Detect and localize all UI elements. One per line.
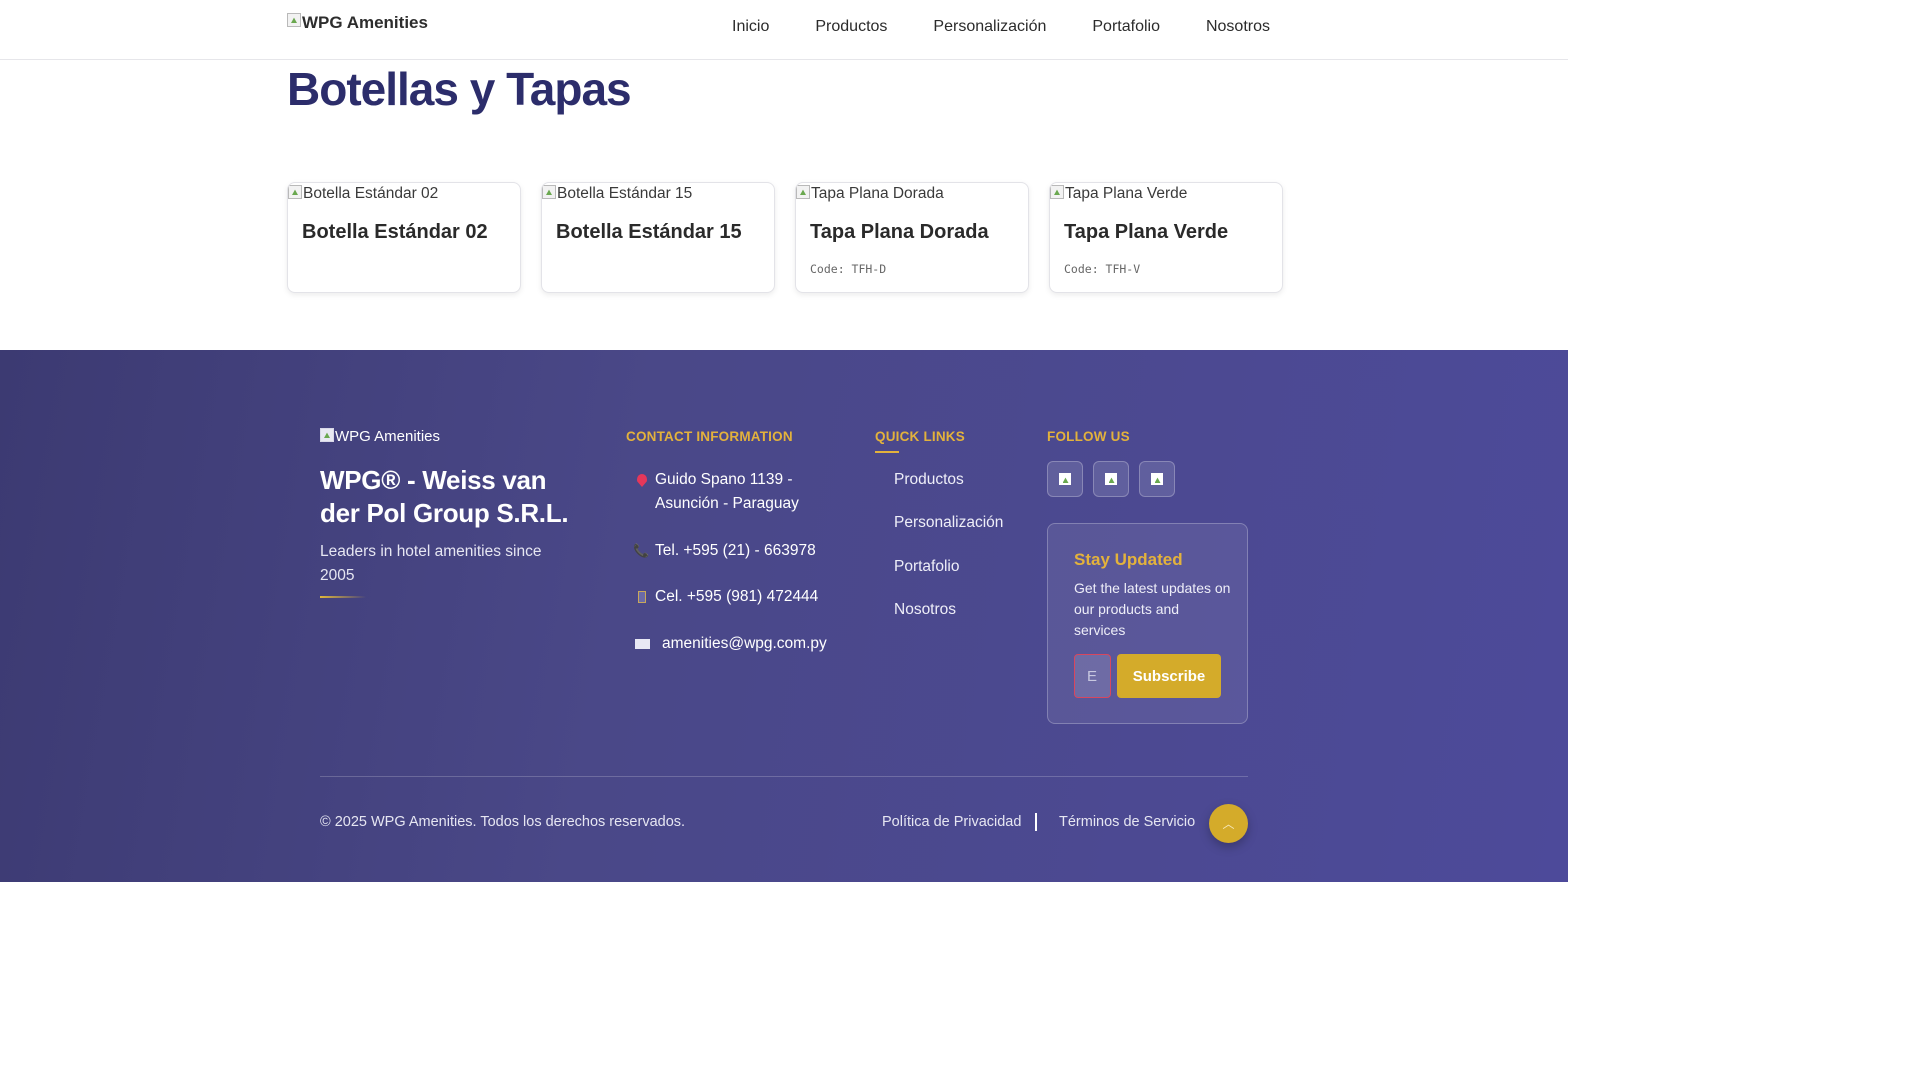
contact-heading-text: CONTACT INFORMATION (626, 429, 793, 444)
newsletter-email-input[interactable] (1074, 654, 1111, 698)
tel-text[interactable]: Tel. +595 (21) - 663978 (655, 539, 816, 563)
product-grid: Botella Estándar 02 Botella Estándar 02 … (287, 182, 1283, 293)
quick-link-portafolio[interactable]: Portafolio (894, 558, 959, 576)
product-image-alt: Tapa Plana Verde (1065, 185, 1188, 202)
broken-image-icon (288, 185, 302, 199)
email-text[interactable]: amenities@wpg.com.py (662, 632, 827, 656)
nav-inicio[interactable]: Inicio (732, 18, 769, 36)
company-tagline: Leaders in hotel amenities since 2005 (320, 543, 542, 584)
privacy-link[interactable]: Política de Privacidad (882, 814, 1021, 830)
subscribe-button[interactable]: Subscribe (1117, 654, 1221, 698)
product-image-alt: Botella Estándar 15 (557, 185, 693, 202)
contact-tel: 📞 Tel. +595 (21) - 663978 (633, 539, 816, 563)
cel-text[interactable]: Cel. +595 (981) 472444 (655, 585, 818, 609)
quick-link-productos[interactable]: Productos (894, 471, 964, 489)
nav-nosotros[interactable]: Nosotros (1206, 18, 1270, 36)
terms-link[interactable]: Términos de Servicio (1059, 814, 1195, 830)
chevron-up-icon: ︿ (1222, 817, 1235, 831)
phone-icon: 📞 (633, 543, 650, 558)
social-icon (1104, 473, 1117, 485)
follow-heading: FOLLOW US (1047, 429, 1130, 444)
quick-link-nosotros[interactable]: Nosotros (894, 601, 956, 619)
broken-image-icon (320, 428, 334, 442)
product-card[interactable]: Botella Estándar 02 Botella Estándar 02 (287, 182, 521, 293)
page-title: Botellas y Tapas (287, 63, 632, 115)
nav-portafolio[interactable]: Portafolio (1092, 18, 1160, 36)
product-image: Tapa Plana Verde (1050, 185, 1187, 203)
footer-logo-alt: WPG Amenities (335, 428, 441, 445)
logo-alt-text: WPG Amenities (302, 13, 428, 32)
product-image-alt: Botella Estándar 02 (303, 185, 439, 202)
quick-link-personalizacion[interactable]: Personalización (894, 514, 1003, 532)
product-card[interactable]: Botella Estándar 15 Botella Estándar 15 (541, 182, 775, 293)
map-pin-icon (633, 468, 655, 495)
heading-underline (875, 451, 899, 453)
back-to-top-button[interactable]: ︿ (1209, 804, 1248, 843)
product-name: Tapa Plana Verde (1064, 221, 1229, 243)
quick-links-heading-text: QUICK LINKS (875, 429, 965, 444)
product-card[interactable]: Tapa Plana Verde Tapa Plana Verde Code: … (1049, 182, 1283, 293)
contact-heading: CONTACT INFORMATION (626, 429, 793, 444)
social-link-1[interactable] (1047, 461, 1083, 497)
newsletter-title: Stay Updated (1074, 550, 1183, 569)
product-code: Code: TFH-D (810, 262, 887, 276)
contact-address: Guido Spano 1139 - Asunción - Paraguay (633, 468, 833, 516)
envelope-icon (633, 632, 662, 657)
social-icon (1150, 473, 1163, 485)
broken-image-icon (1050, 185, 1064, 199)
main-nav: Inicio Productos Personalización Portafo… (732, 18, 1270, 36)
social-icon (1058, 473, 1071, 485)
broken-image-icon (287, 13, 301, 27)
copyright-text: © 2025 WPG Amenities. Todos los derechos… (320, 814, 686, 830)
company-name: WPG® - Weiss van der Pol Group S.R.L. (320, 465, 569, 528)
nav-personalizacion[interactable]: Personalización (933, 18, 1046, 36)
legal-divider (1035, 813, 1037, 831)
footer-divider (320, 776, 1248, 777)
newsletter-text: Get the latest updates on our products a… (1074, 580, 1231, 638)
broken-image-icon (796, 185, 810, 199)
footer-logo: WPG Amenities (320, 428, 440, 445)
social-link-3[interactable] (1139, 461, 1175, 497)
product-code: Code: TFH-V (1064, 262, 1141, 276)
product-name: Botella Estándar 15 (556, 221, 742, 243)
site-logo[interactable]: WPG Amenities (287, 13, 428, 33)
product-name: Tapa Plana Dorada (810, 221, 989, 243)
broken-image-icon (542, 185, 556, 199)
product-image-alt: Tapa Plana Dorada (811, 185, 944, 202)
social-link-2[interactable] (1093, 461, 1129, 497)
contact-email: amenities@wpg.com.py (633, 632, 827, 657)
newsletter-box: Stay Updated Get the latest updates on o… (1047, 523, 1248, 724)
product-image: Botella Estándar 15 (542, 185, 692, 203)
top-navbar: WPG Amenities Inicio Productos Personali… (0, 0, 1568, 60)
product-image: Botella Estándar 02 (288, 185, 438, 203)
product-name: Botella Estándar 02 (302, 221, 488, 243)
nav-productos[interactable]: Productos (815, 18, 887, 36)
contact-cel: Cel. +595 (981) 472444 (633, 585, 818, 611)
quick-links-heading: QUICK LINKS (875, 429, 965, 453)
product-card[interactable]: Tapa Plana Dorada Tapa Plana Dorada Code… (795, 182, 1029, 293)
address-text: Guido Spano 1139 - Asunción - Paraguay (655, 471, 799, 512)
accent-line (320, 596, 366, 598)
mobile-phone-icon (633, 585, 655, 611)
product-image: Tapa Plana Dorada (796, 185, 944, 203)
follow-heading-text: FOLLOW US (1047, 429, 1130, 444)
